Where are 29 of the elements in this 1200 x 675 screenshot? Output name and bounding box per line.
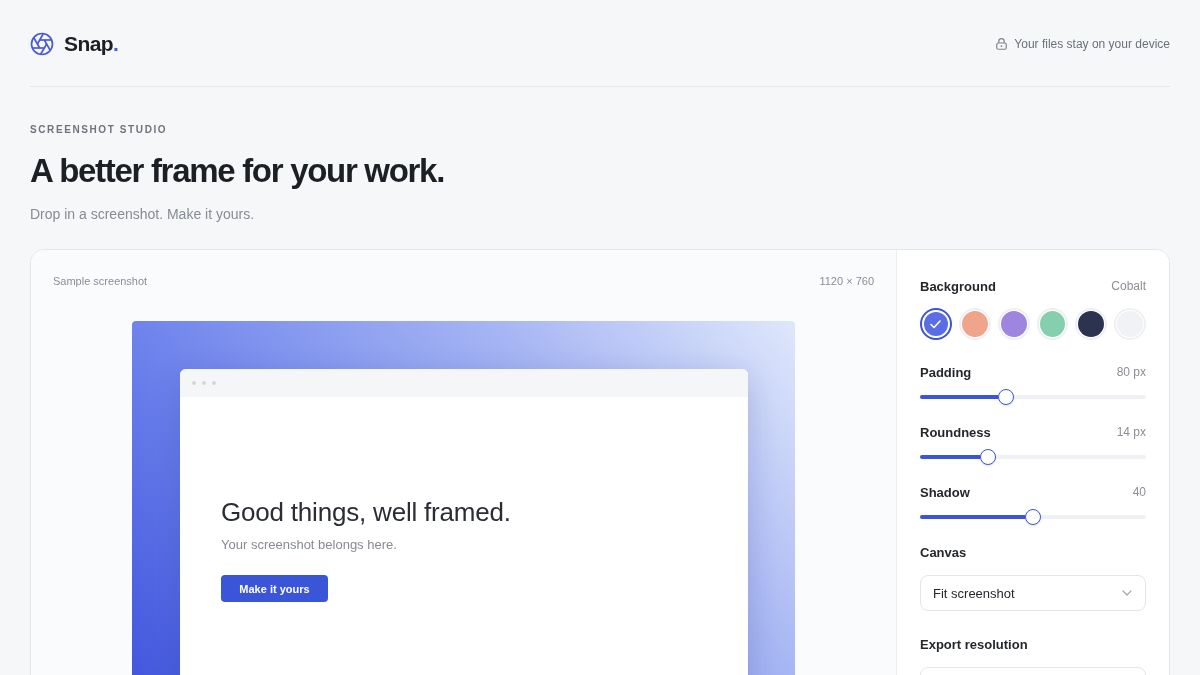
lock-icon: [996, 38, 1008, 50]
page-title: A better frame for your work.: [30, 151, 444, 191]
setting-label: Export resolution: [920, 636, 1028, 652]
check-icon: [930, 319, 942, 329]
sample-text: Your screenshot belongs here.: [221, 536, 397, 554]
slider-thumb[interactable]: [1025, 509, 1041, 525]
setting-label: Background: [920, 278, 996, 294]
aperture-logo-icon: [30, 32, 54, 56]
brand-name[interactable]: Snap.: [64, 32, 119, 56]
setting-value: Cobalt: [1111, 279, 1146, 293]
setting-value: 14 px: [1116, 425, 1146, 439]
image-dimensions: 1120 × 760: [819, 274, 874, 289]
chevron-icon: [1122, 590, 1132, 596]
slider-thumb[interactable]: [979, 449, 996, 465]
select-field[interactable]: Fit screenshot: [920, 575, 1146, 611]
setting-label: Roundness: [920, 424, 991, 440]
privacy-note: Your files stay on your device: [1014, 37, 1170, 51]
slider-thumb[interactable]: [997, 389, 1014, 405]
setting-value: 40: [1132, 485, 1146, 499]
color-swatch[interactable]: [920, 308, 952, 340]
setting-label: Padding: [920, 364, 972, 380]
setting-value: 80 px: [1116, 365, 1146, 379]
eyebrow-label: SCREENSHOT STUDIO: [30, 123, 168, 137]
setting-label: Canvas: [920, 544, 967, 560]
sample-button[interactable]: Make it yours: [221, 575, 328, 602]
page-subtitle: Drop in a screenshot. Make it yours.: [30, 205, 255, 224]
setting-label: Shadow: [920, 484, 970, 500]
preview-label: Sample screenshot: [53, 274, 148, 289]
sample-heading: Good things, well framed.: [221, 496, 511, 528]
